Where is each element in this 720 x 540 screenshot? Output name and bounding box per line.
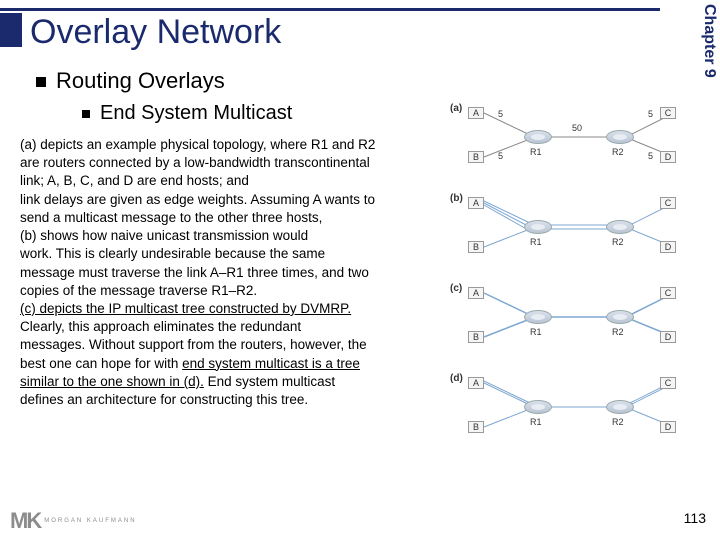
square-bullet-icon bbox=[82, 110, 90, 118]
body-line: work. This is clearly undesirable becaus… bbox=[20, 246, 325, 261]
host-node: C bbox=[660, 197, 676, 209]
router-label: R1 bbox=[530, 327, 542, 337]
router-icon bbox=[524, 310, 552, 324]
host-node: B bbox=[468, 241, 484, 253]
edge-weight: 50 bbox=[572, 123, 582, 133]
page-title: Overlay Network bbox=[30, 13, 281, 52]
sub1-text: Routing Overlays bbox=[56, 68, 225, 93]
host-node: C bbox=[660, 377, 676, 389]
host-node: A bbox=[468, 197, 484, 209]
topology-figure: (a) A B C D R1 R2 5 5 50 5 5 (b) bbox=[450, 95, 690, 455]
body-line: (b) shows how naive unicast transmission… bbox=[20, 228, 308, 243]
body-line: copies of the message traverse R1–R2. bbox=[20, 283, 257, 298]
edge-weight: 5 bbox=[498, 151, 503, 161]
chapter-label: Chapter 9 bbox=[696, 0, 718, 100]
body-line: messages. Without support from the route… bbox=[20, 337, 367, 352]
body-line: defines an architecture for constructing… bbox=[20, 392, 308, 407]
body-paragraph: (a) depicts an example physical topology… bbox=[20, 136, 440, 409]
router-icon bbox=[606, 400, 634, 414]
topology-lines bbox=[450, 365, 690, 449]
body-line: send a multicast message to the other th… bbox=[20, 210, 322, 225]
body-line: link; A, B, C, and D are end hosts; and bbox=[20, 173, 249, 188]
bullet-level1: Routing Overlays bbox=[36, 68, 225, 94]
topology-lines bbox=[450, 275, 690, 359]
topology-lines bbox=[450, 95, 690, 179]
router-icon bbox=[524, 220, 552, 234]
body-line: End system multicast bbox=[204, 374, 335, 389]
router-icon bbox=[606, 130, 634, 144]
title-accent bbox=[0, 13, 22, 47]
host-node: A bbox=[468, 107, 484, 119]
edge-weight: 5 bbox=[498, 109, 503, 119]
figure-panel-c: (c) A B C D R1 R2 bbox=[450, 275, 690, 359]
body-line: Clearly, this approach eliminates the re… bbox=[20, 319, 301, 334]
host-node: D bbox=[660, 331, 676, 343]
topology-lines bbox=[450, 185, 690, 269]
host-node: B bbox=[468, 421, 484, 433]
sub2-text: End System Multicast bbox=[100, 102, 292, 124]
body-line: link delays are given as edge weights. A… bbox=[20, 192, 375, 207]
host-node: A bbox=[468, 377, 484, 389]
host-node: C bbox=[660, 287, 676, 299]
body-line: are routers connected by a low-bandwidth… bbox=[20, 155, 370, 170]
host-node: C bbox=[660, 107, 676, 119]
router-label: R2 bbox=[612, 327, 624, 337]
title-bar: Overlay Network bbox=[0, 8, 660, 11]
body-line-underlined: similar to the one shown in (d). bbox=[20, 374, 204, 389]
body-line-underlined: (c) depicts the IP multicast tree constr… bbox=[20, 301, 351, 316]
publisher-logo: MK MORGAN KAUFMANN bbox=[10, 508, 137, 534]
page-number: 113 bbox=[684, 510, 706, 526]
mk-logo-icon: MK bbox=[10, 508, 40, 534]
figure-panel-a: (a) A B C D R1 R2 5 5 50 5 5 bbox=[450, 95, 690, 179]
figure-panel-d: (d) A B C D R1 R2 bbox=[450, 365, 690, 449]
router-label: R2 bbox=[612, 147, 624, 157]
body-line: best one can hope for with bbox=[20, 356, 182, 371]
router-label: R2 bbox=[612, 237, 624, 247]
edge-weight: 5 bbox=[648, 109, 653, 119]
host-node: B bbox=[468, 151, 484, 163]
router-label: R1 bbox=[530, 147, 542, 157]
router-label: R1 bbox=[530, 237, 542, 247]
host-node: A bbox=[468, 287, 484, 299]
host-node: D bbox=[660, 421, 676, 433]
host-node: B bbox=[468, 331, 484, 343]
router-icon bbox=[524, 400, 552, 414]
edge-weight: 5 bbox=[648, 151, 653, 161]
host-node: D bbox=[660, 151, 676, 163]
square-bullet-icon bbox=[36, 77, 46, 87]
body-line-underlined: end system multicast is a tree bbox=[182, 356, 360, 371]
bullet-level2: End System Multicast bbox=[82, 102, 292, 125]
body-line: (a) depicts an example physical topology… bbox=[20, 137, 375, 152]
router-label: R2 bbox=[612, 417, 624, 427]
router-icon bbox=[606, 220, 634, 234]
host-node: D bbox=[660, 241, 676, 253]
router-icon bbox=[606, 310, 634, 324]
body-line: message must traverse the link A–R1 thre… bbox=[20, 265, 369, 280]
router-icon bbox=[524, 130, 552, 144]
mk-logo-text: MORGAN KAUFMANN bbox=[44, 518, 136, 524]
figure-panel-b: (b) A B C D R1 R2 bbox=[450, 185, 690, 269]
router-label: R1 bbox=[530, 417, 542, 427]
